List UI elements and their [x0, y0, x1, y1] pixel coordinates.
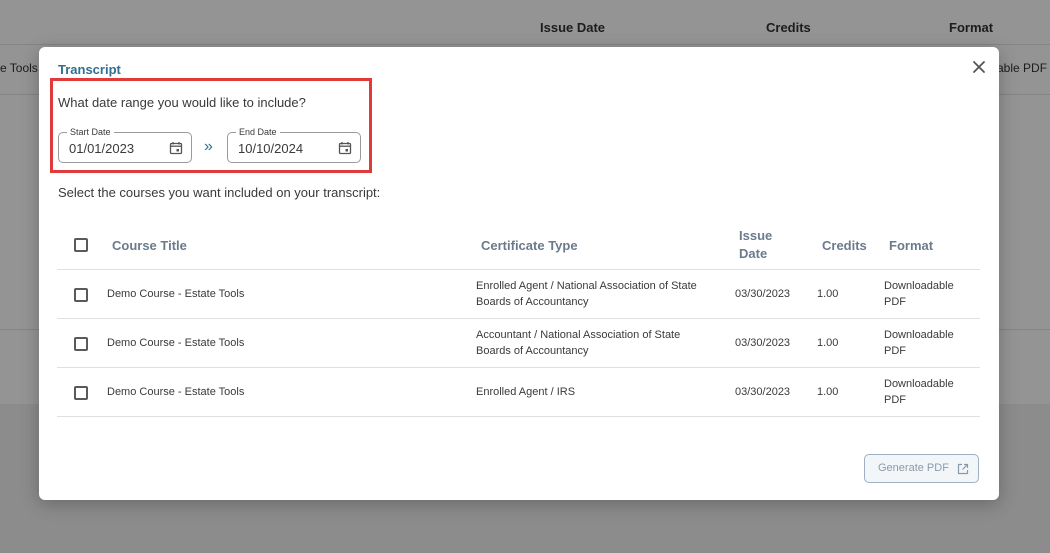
range-separator: » — [204, 138, 213, 155]
row-credits: 1.00 — [817, 337, 839, 349]
row-certificate-line1: Enrolled Agent / National Association of… — [476, 280, 697, 292]
courses-table: Course Title Certificate Type Issue Date… — [57, 219, 980, 417]
header-certificate-type: Certificate Type — [481, 238, 578, 253]
table-header-row: Course Title Certificate Type Issue Date… — [57, 219, 980, 270]
row-issue-date: 03/30/2023 — [735, 337, 791, 349]
row-certificate-line2: Boards of Accountancy — [476, 345, 589, 357]
calendar-icon[interactable] — [338, 141, 352, 155]
row-checkbox[interactable] — [74, 337, 88, 351]
generate-pdf-button[interactable]: Generate PDF — [864, 454, 979, 483]
start-date-label: Start Date — [67, 126, 114, 138]
header-issue-date-line1: Issue — [739, 228, 773, 243]
select-all-checkbox[interactable] — [74, 238, 88, 252]
calendar-icon[interactable] — [169, 141, 183, 155]
row-credits: 1.00 — [817, 386, 839, 398]
header-issue-date-line2: Date — [739, 246, 768, 261]
close-icon — [973, 61, 985, 73]
row-certificate-line1: Enrolled Agent / IRS — [476, 386, 576, 398]
end-date-value[interactable]: 10/10/2024 — [238, 141, 303, 156]
start-date-field[interactable]: Start Date 01/01/2023 — [58, 126, 192, 163]
date-range-question: What date range you would like to includ… — [58, 95, 306, 110]
row-certificate-line2: Boards of Accountancy — [476, 296, 589, 308]
table-row: Demo Course - Estate Tools Enrolled Agen… — [57, 368, 980, 417]
end-date-label: End Date — [236, 126, 280, 138]
row-checkbox[interactable] — [74, 288, 88, 302]
table-row: Demo Course - Estate Tools Enrolled Agen… — [57, 270, 980, 319]
row-issue-date: 03/30/2023 — [735, 288, 791, 300]
header-credits: Credits — [822, 238, 867, 253]
generate-pdf-label: Generate PDF — [878, 462, 949, 474]
row-issue-date: 03/30/2023 — [735, 386, 791, 398]
row-format-line2: PDF — [884, 296, 906, 308]
dialog-title: Transcript — [58, 62, 121, 77]
table-row: Demo Course - Estate Tools Accountant / … — [57, 319, 980, 368]
header-format: Format — [889, 238, 934, 253]
end-date-field[interactable]: End Date 10/10/2024 — [227, 126, 361, 163]
row-format-line1: Downloadable — [884, 378, 954, 390]
row-course-title: Demo Course - Estate Tools — [107, 386, 245, 398]
row-format-line2: PDF — [884, 394, 906, 406]
row-format-line1: Downloadable — [884, 329, 954, 341]
header-course-title: Course Title — [112, 238, 187, 253]
course-selection-instruction: Select the courses you want included on … — [58, 185, 381, 200]
external-link-icon — [957, 463, 969, 475]
row-format-line1: Downloadable — [884, 280, 954, 292]
row-course-title: Demo Course - Estate Tools — [107, 337, 245, 349]
row-course-title: Demo Course - Estate Tools — [107, 288, 245, 300]
row-certificate-line1: Accountant / National Association of Sta… — [476, 329, 681, 341]
transcript-dialog: Transcript What date range you would lik… — [39, 47, 999, 500]
row-format-line2: PDF — [884, 345, 906, 357]
close-button[interactable] — [971, 59, 987, 75]
start-date-value[interactable]: 01/01/2023 — [69, 141, 134, 156]
row-credits: 1.00 — [817, 288, 839, 300]
row-checkbox[interactable] — [74, 386, 88, 400]
